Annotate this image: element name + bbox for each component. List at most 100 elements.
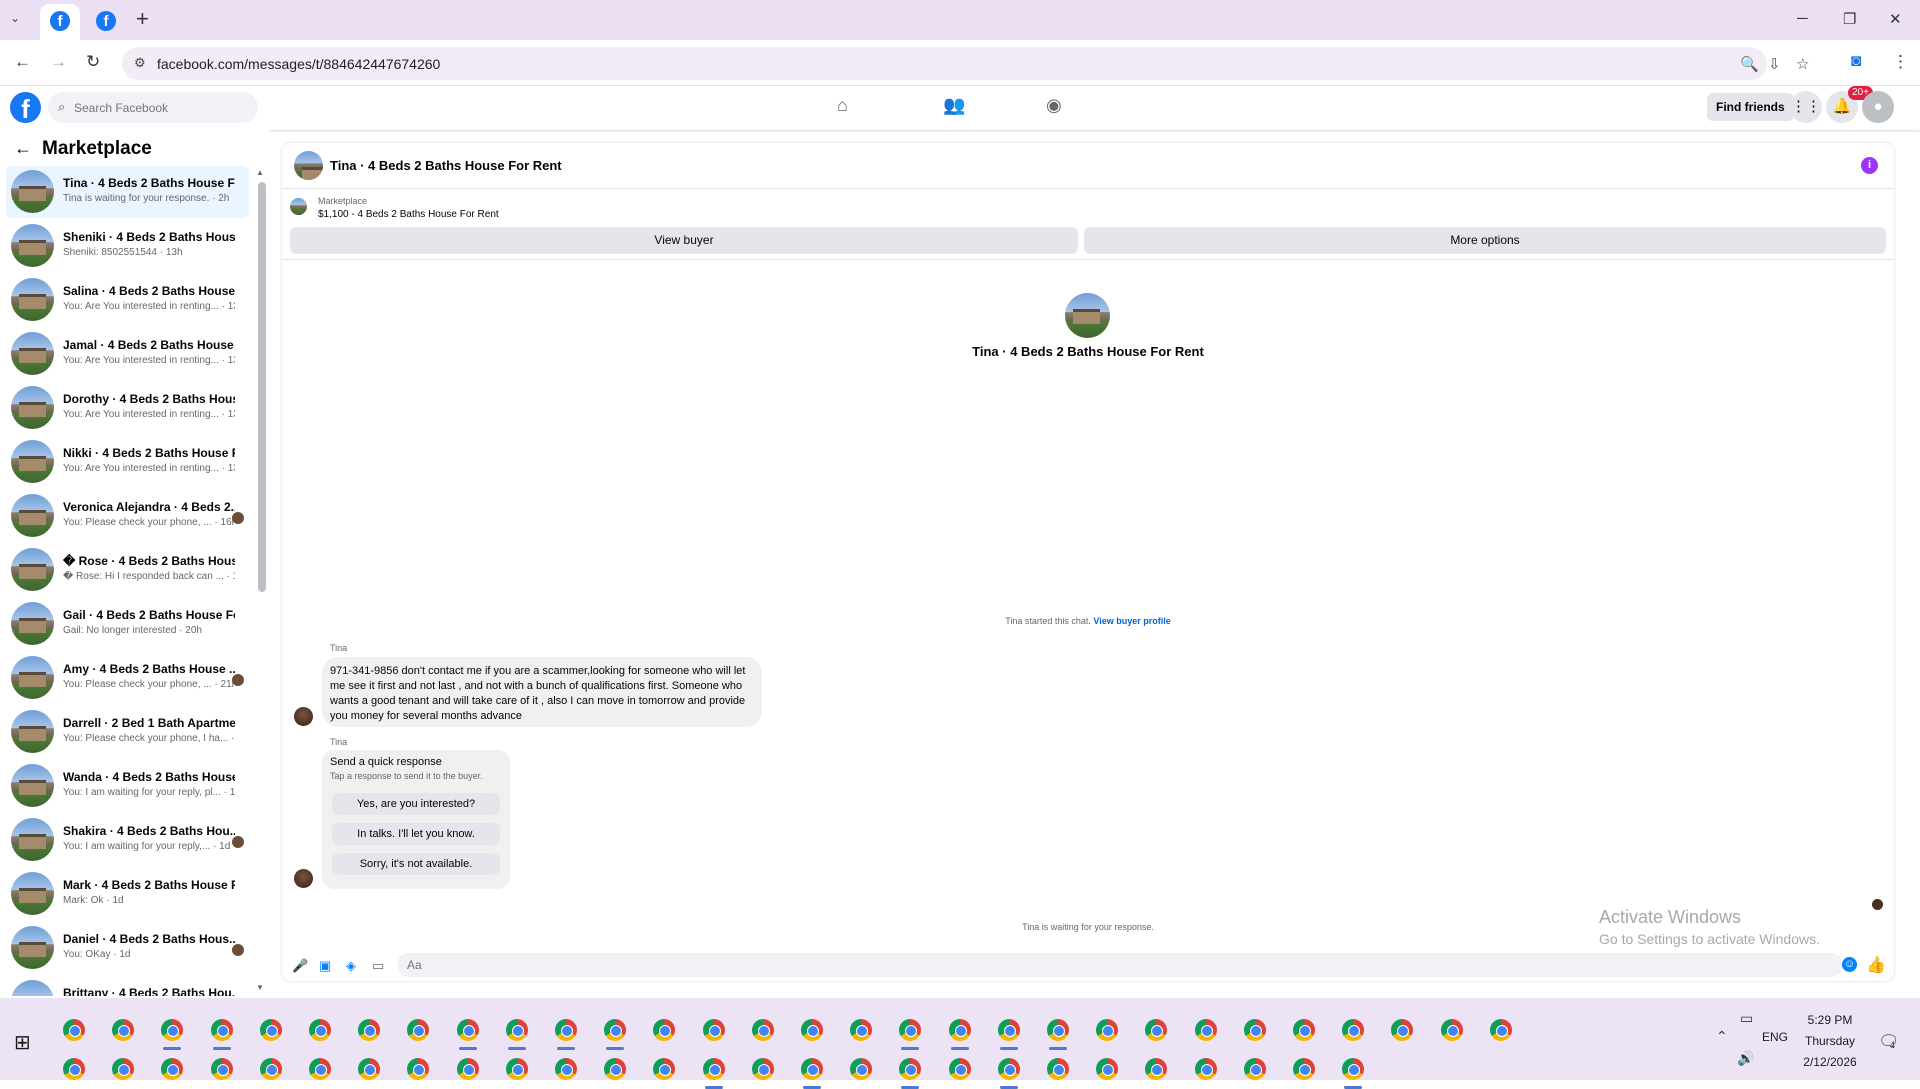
chrome-app-icon[interactable] xyxy=(653,1058,676,1080)
conversation-item[interactable]: Daniel · 4 Beds 2 Baths Hous... You: OKay… xyxy=(6,922,249,974)
chrome-app-icon[interactable] xyxy=(555,1019,577,1041)
chrome-app-icon[interactable] xyxy=(1440,1019,1463,1041)
chrome-app-icon[interactable] xyxy=(801,1058,823,1080)
browser-tab-facebook[interactable]: f xyxy=(86,4,126,40)
view-buyer-button[interactable]: View buyer xyxy=(290,227,1078,254)
conversation-item[interactable]: Nikki · 4 Beds 2 Baths House Fo... You: A… xyxy=(6,436,249,488)
chrome-app-icon[interactable] xyxy=(948,1058,971,1080)
chrome-app-icon[interactable] xyxy=(1391,1019,1414,1041)
chrome-app-icon[interactable] xyxy=(161,1058,184,1080)
sender-avatar[interactable] xyxy=(294,869,313,888)
chrome-app-icon[interactable] xyxy=(899,1019,922,1041)
browser-tab-facebook-active[interactable]: f xyxy=(40,4,80,40)
conversation-item[interactable]: Brittany · 4 Beds 2 Baths Hou... xyxy=(6,976,249,996)
conversation-item[interactable]: Wanda · 4 Beds 2 Baths House ... You: I a… xyxy=(6,760,249,812)
conversation-item[interactable]: � Rose · 4 Beds 2 Baths House ... � Rose:… xyxy=(6,544,249,596)
chrome-app-icon[interactable] xyxy=(1342,1058,1365,1080)
message-bubble[interactable]: 971-341-9856 don't contact me if you are… xyxy=(322,657,762,727)
profile-extension-icon[interactable]: ◙ xyxy=(1851,51,1861,71)
chrome-app-icon[interactable] xyxy=(63,1058,85,1080)
more-options-button[interactable]: More options xyxy=(1084,227,1886,254)
info-icon[interactable]: i xyxy=(1861,157,1878,174)
message-input[interactable] xyxy=(397,953,1843,977)
quick-response-button[interactable]: Sorry, it's not available. xyxy=(332,853,500,875)
chrome-app-icon[interactable] xyxy=(456,1019,479,1041)
sender-avatar[interactable] xyxy=(294,707,313,726)
conversation-item[interactable]: Gail · 4 Beds 2 Baths House For ... Gail:… xyxy=(6,598,249,650)
chrome-app-icon[interactable] xyxy=(604,1058,627,1080)
site-info-icon[interactable]: ⚙ xyxy=(134,55,146,71)
chrome-app-icon[interactable] xyxy=(1145,1058,1168,1080)
home-icon[interactable]: ⌂ xyxy=(837,95,848,116)
new-tab-button[interactable]: + xyxy=(136,8,149,30)
chrome-app-icon[interactable] xyxy=(1145,1019,1168,1041)
chrome-app-icon[interactable] xyxy=(210,1058,233,1080)
quick-response-button[interactable]: Yes, are you interested? xyxy=(332,793,500,815)
bookmark-star-icon[interactable]: ☆ xyxy=(1796,55,1809,73)
chrome-app-icon[interactable] xyxy=(1194,1019,1217,1041)
friends-icon[interactable]: 👥 xyxy=(943,95,965,116)
chrome-app-icon[interactable] xyxy=(358,1058,381,1080)
chrome-app-icon[interactable] xyxy=(1293,1058,1315,1080)
facebook-logo[interactable]: f xyxy=(10,92,41,124)
sticker-icon[interactable]: ◈ xyxy=(346,958,356,974)
find-friends-button[interactable]: Find friends xyxy=(1707,93,1794,121)
sidebar-scrollbar-thumb[interactable] xyxy=(258,182,266,592)
chrome-app-icon[interactable] xyxy=(1096,1019,1119,1041)
minimize-button[interactable]: ─ xyxy=(1797,10,1808,27)
input-language[interactable]: ENG xyxy=(1762,1030,1788,1044)
chrome-app-icon[interactable] xyxy=(653,1019,676,1041)
restore-button[interactable]: ❐ xyxy=(1843,10,1856,28)
chrome-app-icon[interactable] xyxy=(161,1019,184,1041)
conversation-item[interactable]: Sheniki · 4 Beds 2 Baths House ... Shenik… xyxy=(6,220,249,272)
chrome-app-icon[interactable] xyxy=(1047,1019,1069,1041)
chrome-app-icon[interactable] xyxy=(1293,1019,1315,1041)
chrome-app-icon[interactable] xyxy=(997,1058,1020,1080)
conversation-item[interactable]: Salina · 4 Beds 2 Baths House F... You: A… xyxy=(6,274,249,326)
chrome-app-icon[interactable] xyxy=(997,1019,1020,1041)
conversation-item[interactable]: Mark · 4 Beds 2 Baths House Fo... Mark: O… xyxy=(6,868,249,920)
facebook-search[interactable]: ⌕ xyxy=(48,92,258,123)
conversation-item[interactable]: Amy · 4 Beds 2 Baths House ... You: Pleas… xyxy=(6,652,249,704)
install-app-icon[interactable]: ⇩ xyxy=(1768,55,1781,73)
groups-icon[interactable]: ◉ xyxy=(1046,95,1062,116)
chrome-app-icon[interactable] xyxy=(1096,1058,1119,1080)
chrome-app-icon[interactable] xyxy=(751,1058,774,1080)
gif-icon[interactable]: ▭ xyxy=(372,958,384,974)
chrome-app-icon[interactable] xyxy=(1342,1019,1365,1041)
scroll-down-arrow[interactable]: ▼ xyxy=(256,983,264,992)
chrome-app-icon[interactable] xyxy=(1243,1058,1266,1080)
chrome-app-icon[interactable] xyxy=(210,1019,233,1041)
chrome-app-icon[interactable] xyxy=(555,1058,577,1080)
address-bar[interactable]: ⚙ facebook.com/messages/t/88464244767426… xyxy=(122,47,1809,80)
chrome-app-icon[interactable] xyxy=(604,1019,627,1041)
conversation-item[interactable]: Tina · 4 Beds 2 Baths House For... Tina i… xyxy=(6,166,249,218)
chat-title[interactable]: Tina · 4 Beds 2 Baths House For Rent xyxy=(330,158,562,173)
chrome-app-icon[interactable] xyxy=(850,1019,873,1041)
chrome-app-icon[interactable] xyxy=(1489,1019,1512,1041)
conversation-item[interactable]: Darrell · 2 Bed 1 Bath Apartmen... You: P… xyxy=(6,706,249,758)
chrome-app-icon[interactable] xyxy=(358,1019,381,1041)
menu-grid-icon[interactable]: ⋮⋮ xyxy=(1790,91,1822,123)
microphone-icon[interactable]: 🎤 xyxy=(292,958,308,974)
chrome-app-icon[interactable] xyxy=(456,1058,479,1080)
chrome-app-icon[interactable] xyxy=(112,1019,135,1041)
view-buyer-profile-link[interactable]: View buyer profile xyxy=(1093,616,1170,626)
back-arrow-icon[interactable]: ← xyxy=(14,138,32,159)
photo-icon[interactable]: ▣ xyxy=(319,958,331,974)
account-avatar[interactable]: ● xyxy=(1862,91,1894,123)
conversation-item[interactable]: Shakira · 4 Beds 2 Baths Hou... You: I am… xyxy=(6,814,249,866)
chrome-app-icon[interactable] xyxy=(259,1019,282,1041)
chrome-app-icon[interactable] xyxy=(309,1019,331,1041)
close-window-button[interactable]: ✕ xyxy=(1889,10,1902,28)
zoom-icon[interactable]: 🔍 xyxy=(1740,55,1759,73)
chrome-app-icon[interactable] xyxy=(407,1019,430,1041)
chrome-app-icon[interactable] xyxy=(259,1058,282,1080)
browser-menu-icon[interactable]: ⋮ xyxy=(1892,52,1909,72)
tray-chevron-up-icon[interactable]: ⌃ xyxy=(1716,1028,1728,1045)
chrome-app-icon[interactable] xyxy=(1047,1058,1069,1080)
action-center-icon[interactable]: 🗨 xyxy=(1878,1032,1900,1052)
conversation-item[interactable]: Veronica Alejandra · 4 Beds 2... You: Ple… xyxy=(6,490,249,542)
tab-search-chevron-icon[interactable]: ⌄ xyxy=(10,11,28,29)
windows-start-icon[interactable]: ⊞ xyxy=(14,1030,31,1055)
